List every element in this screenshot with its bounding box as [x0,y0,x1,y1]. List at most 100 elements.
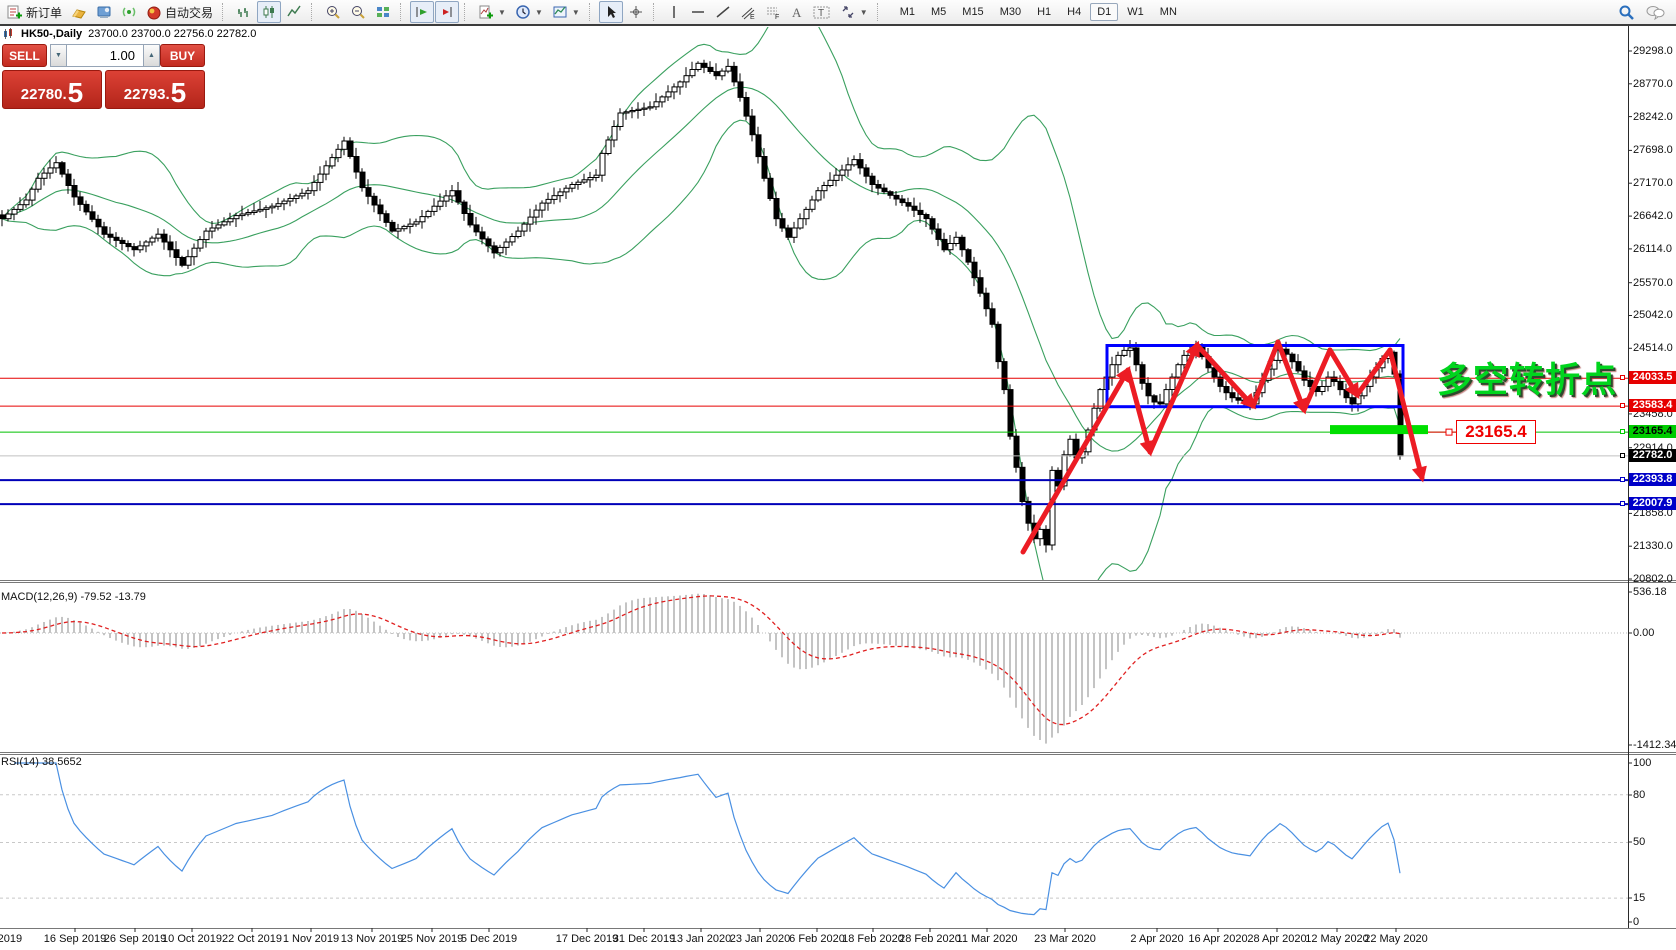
buy-price-pip: 5 [171,79,187,106]
crosshair-icon [628,4,644,20]
zoom-in-button[interactable] [321,1,345,23]
chevron-down-icon: ▼ [572,8,580,17]
buy-button[interactable]: BUY [160,44,205,67]
horizontal-line-button[interactable] [686,1,710,23]
bar-chart-button[interactable] [232,1,256,23]
timeframe-w1[interactable]: W1 [1120,3,1151,21]
rsi-indicator-label: RSI(14) 38.5652 [1,756,82,768]
chat-icon[interactable] [1645,4,1665,20]
gold-button[interactable] [67,1,91,23]
auto-scroll-icon [414,4,430,20]
svg-text:T: T [818,8,824,19]
indicators-icon [478,4,494,20]
sell-price-box[interactable]: 22780. 5 [2,70,102,109]
indicators-button[interactable]: ▼ [474,1,510,23]
gold-icon [71,4,87,20]
arrows-icon [840,4,856,20]
sell-price-pip: 5 [68,79,84,106]
templates-button[interactable]: ▼ [548,1,584,23]
periods-button[interactable]: ▼ [511,1,547,23]
text-label-icon: T [813,4,831,20]
zoom-out-button[interactable] [346,1,370,23]
zoom-out-icon [350,4,366,20]
volume-increase-button[interactable]: ▲ [143,44,160,67]
toolbar-separator [311,3,316,21]
svg-text:F: F [775,14,779,20]
text-icon: A [790,4,804,20]
volume-input[interactable] [67,44,143,67]
text-button[interactable]: A [786,1,808,23]
signal-icon [121,4,137,20]
chevron-down-icon: ▼ [860,8,868,17]
bar-chart-icon [236,4,252,20]
new-order-icon [7,4,23,20]
chart-title-bar: HK50-,Daily 23700.0 23700.0 22756.0 2278… [3,28,256,40]
toolbar-separator [877,3,882,21]
volume-decrease-button[interactable]: ▼ [50,44,67,67]
new-order-label: 新订单 [26,4,62,21]
sell-price: 22780. [21,84,67,106]
auto-scroll-button[interactable] [410,1,434,23]
fibonacci-button[interactable]: F [761,1,785,23]
autotrading-button[interactable]: 自动交易 [142,1,217,23]
buy-price-box[interactable]: 22793. 5 [105,70,205,109]
toolbar-separator [589,3,594,21]
macd-indicator-label: MACD(12,26,9) -79.52 -13.79 [1,591,146,603]
timeframe-h1[interactable]: H1 [1030,3,1058,21]
alerts-button[interactable] [117,1,141,23]
tile-windows-button[interactable] [371,1,395,23]
candlestick-chart-icon [261,4,277,20]
chart-shift-icon [439,4,455,20]
line-chart-icon [286,4,302,20]
svg-text:A: A [792,5,802,20]
autotrading-label: 自动交易 [165,4,213,21]
symbol-period-label: HK50-,Daily [21,28,82,40]
toolbar-separator [222,3,227,21]
volume-stepper: ▼ ▲ [50,44,160,67]
autotrading-icon [146,4,162,20]
timeframe-m1[interactable]: M1 [893,3,922,21]
text-label-button[interactable]: T [809,1,835,23]
buy-price: 22793. [124,84,170,106]
chart-shift-button[interactable] [435,1,459,23]
sell-button[interactable]: SELL [2,44,47,67]
search-icon[interactable] [1618,4,1635,21]
candlestick-chart-button[interactable] [257,1,281,23]
symbol-chart-icon [3,28,15,40]
arrows-button[interactable]: ▼ [836,1,872,23]
vertical-line-button[interactable] [663,1,685,23]
profile-button[interactable] [92,1,116,23]
timeframe-d1[interactable]: D1 [1090,3,1118,21]
vertical-line-icon [667,4,681,20]
periods-icon [515,4,531,20]
toolbar-separator [464,3,469,21]
trading-terminal-window: 新订单 自动交易 [0,0,1676,950]
timeframe-m15[interactable]: M15 [955,3,990,21]
timeframe-h4[interactable]: H4 [1060,3,1088,21]
channel-icon: E [740,4,756,20]
fibonacci-icon: F [765,4,781,20]
timeframe-mn[interactable]: MN [1153,3,1184,21]
channel-button[interactable]: E [736,1,760,23]
horizontal-line-icon [690,4,706,20]
support-level-label[interactable]: 23165.4 [1456,420,1536,444]
trendline-button[interactable] [711,1,735,23]
trendline-icon [715,4,731,20]
timeframe-m5[interactable]: M5 [924,3,953,21]
turning-point-annotation: 多空转折点 [1437,352,1617,403]
timeframe-m30[interactable]: M30 [993,3,1028,21]
toolbar-separator [400,3,405,21]
templates-icon [552,4,568,20]
cursor-button[interactable] [599,1,623,23]
chevron-down-icon: ▼ [535,8,543,17]
zoom-in-icon [325,4,341,20]
svg-text:E: E [750,14,755,20]
crosshair-button[interactable] [624,1,648,23]
chart-canvas[interactable] [0,0,1676,950]
new-order-button[interactable]: 新订单 [3,1,66,23]
toolbar-separator [653,3,658,21]
line-chart-button[interactable] [282,1,306,23]
ohlc-values: 23700.0 23700.0 22756.0 22782.0 [88,28,256,40]
chevron-down-icon: ▼ [498,8,506,17]
cursor-icon [603,4,619,20]
